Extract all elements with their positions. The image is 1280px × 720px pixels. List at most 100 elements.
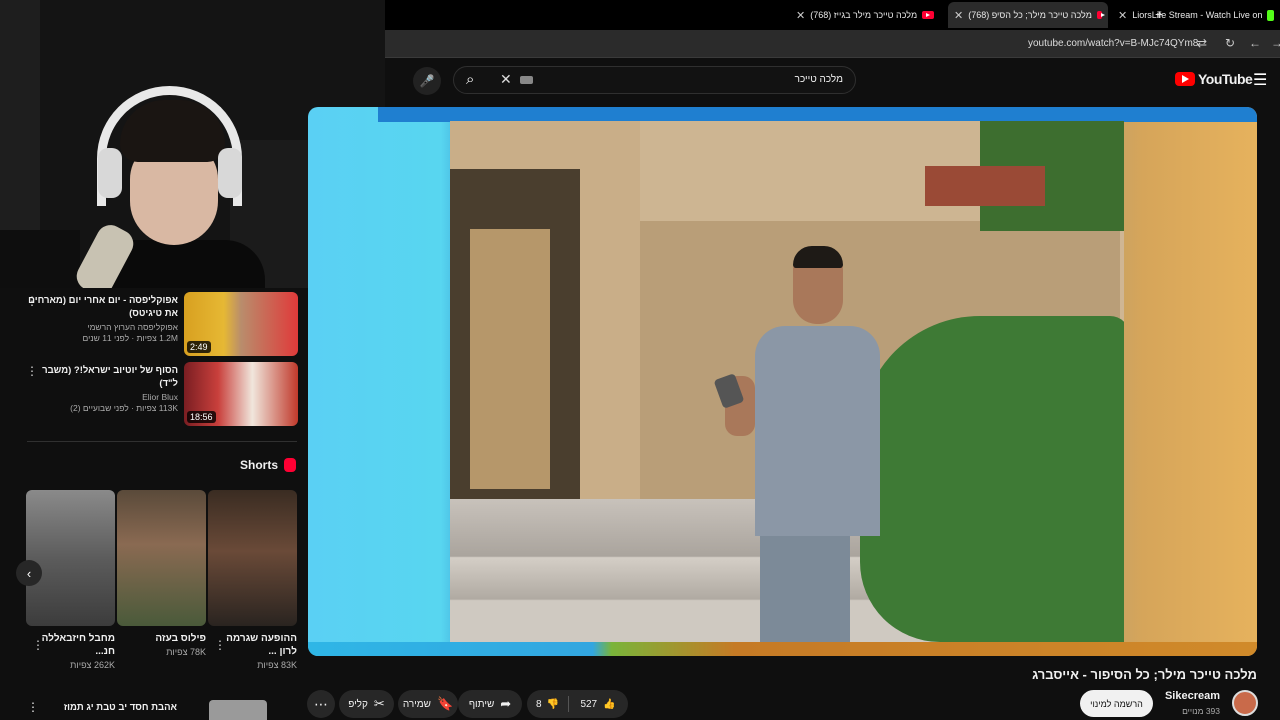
video-title: מלכה טייכר מילר; כל הסיפור - אייסברג bbox=[1032, 667, 1257, 682]
related-video-item[interactable]: ⋮ אפוקליפסה - יום אחרי יום (מארחים את טי… bbox=[20, 292, 298, 358]
youtube-play-icon bbox=[1175, 72, 1195, 86]
close-tab-icon[interactable]: ✕ bbox=[1118, 9, 1127, 22]
search-input[interactable]: מלכה טייכר bbox=[795, 74, 843, 85]
related-video-channel[interactable]: Elior Blux bbox=[28, 392, 178, 402]
browser-tab-active[interactable]: ✕ (768) מלכה טייכר מילר; כל הסיפ bbox=[948, 2, 1108, 28]
thumbs-up-icon: 👍 bbox=[603, 698, 616, 710]
related-video-title[interactable]: הסוף של יוטיוב ישראל!? (משבר ל"ד) bbox=[28, 364, 178, 390]
share-button[interactable]: ➦ שיתוף bbox=[458, 690, 522, 718]
channel-avatar[interactable] bbox=[1232, 690, 1258, 716]
url-text[interactable]: youtube.com/watch?v=B-MJc74QYm8 bbox=[1028, 38, 1198, 49]
short-thumbnail[interactable] bbox=[26, 490, 115, 626]
logo-text: YouTube bbox=[1198, 71, 1253, 87]
more-options-icon[interactable]: ⋮ bbox=[32, 638, 44, 652]
share-icon: ➦ bbox=[500, 696, 512, 711]
keyboard-icon[interactable] bbox=[520, 76, 533, 84]
related-video-meta: 113K צפיות · לפני שבועיים (2) bbox=[70, 403, 178, 413]
youtube-logo[interactable]: YouTube bbox=[1175, 71, 1253, 87]
short-thumbnail[interactable] bbox=[208, 490, 297, 626]
shorts-header: Shorts bbox=[240, 458, 296, 472]
divider bbox=[27, 441, 297, 442]
short-item[interactable]: פילוס בעזה 78K צפיות ⋮ bbox=[117, 490, 206, 657]
browser-tab[interactable]: ✕ (768) מלכה טייכר מילר בגייז bbox=[790, 2, 940, 28]
video-duration: 2:49 bbox=[187, 341, 211, 353]
video-duration: 18:56 bbox=[187, 411, 216, 423]
like-dislike-group: 👍 527 👎 8 bbox=[527, 690, 628, 718]
headphone-cup-right bbox=[218, 148, 242, 198]
save-icon: 🔖 bbox=[436, 696, 454, 711]
browser-tab[interactable]: ✕ LiorsLife Stream - Watch Live on bbox=[1112, 2, 1280, 28]
short-views: 83K צפיות bbox=[257, 660, 297, 670]
more-actions-button[interactable]: ⋯ bbox=[307, 690, 335, 718]
translate-icon[interactable]: ⇄ bbox=[1197, 36, 1207, 50]
more-options-icon[interactable]: ⋮ bbox=[214, 638, 226, 652]
related-video-item[interactable]: ⋮ אהבת חסד יב טבת יג תמוז bbox=[27, 700, 297, 720]
tab-title: (768) מלכה טייכר מילר בגייז bbox=[810, 10, 918, 20]
close-tab-icon[interactable]: ✕ bbox=[796, 9, 805, 22]
dislike-button[interactable]: 👎 8 bbox=[527, 690, 568, 718]
channel-name[interactable]: Sikecream bbox=[1165, 690, 1220, 702]
tab-title: LiorsLife Stream - Watch Live on bbox=[1132, 10, 1263, 20]
save-button[interactable]: 🔖 שמירה bbox=[398, 690, 458, 718]
youtube-favicon-icon bbox=[1096, 11, 1106, 19]
divider bbox=[568, 696, 569, 712]
person-hair bbox=[793, 246, 843, 268]
like-count: 527 bbox=[580, 698, 598, 710]
related-video-channel[interactable]: אפוקליפסה הערוץ הרשמי bbox=[28, 322, 178, 332]
back-icon[interactable]: ← bbox=[1249, 36, 1261, 50]
short-item[interactable]: ההופעה שגרמה לרון ... 83K צפיות ⋮ bbox=[208, 490, 297, 670]
shorts-title: Shorts bbox=[239, 458, 278, 472]
short-views: 262K צפיות bbox=[70, 660, 115, 670]
related-video-title[interactable]: אפוקליפסה - יום אחרי יום (מארחים את טיגי… bbox=[28, 294, 178, 320]
short-views: 78K צפיות bbox=[166, 647, 206, 657]
like-button[interactable]: 👍 527 bbox=[568, 690, 628, 718]
webcam-shelf bbox=[0, 230, 80, 288]
doorway-interior bbox=[470, 229, 550, 489]
person-body bbox=[755, 326, 880, 536]
clear-search-icon[interactable]: ✕ bbox=[500, 71, 512, 88]
search-box[interactable]: ⌕ ✕ מלכה טייכר bbox=[453, 66, 856, 94]
scissors-icon: ✂ bbox=[373, 696, 385, 711]
tab-title: (768) מלכה טייכר מילר; כל הסיפ bbox=[968, 10, 1092, 20]
player-sky-background bbox=[378, 107, 1257, 122]
related-sidebar: ⋮ אפוקליפסה - יום אחרי יום (מארחים את טי… bbox=[0, 288, 308, 720]
headphone-cup-left bbox=[98, 148, 122, 198]
browser-tab-bar: + ✕ (768) מלכה טייכר מילר בגייז ✕ (768) … bbox=[385, 0, 1280, 30]
clip-button[interactable]: ✂ קליפ bbox=[339, 690, 394, 718]
save-label: שמירה bbox=[402, 698, 431, 710]
more-options-icon[interactable]: ⋮ bbox=[27, 700, 39, 714]
related-video-text: הסוף של יוטיוב ישראל!? (משבר ל"ד) Elior … bbox=[28, 364, 178, 413]
subscribe-button[interactable]: הרשמה למינוי bbox=[1080, 690, 1153, 717]
share-label: שיתוף bbox=[468, 698, 495, 710]
forward-icon[interactable]: → bbox=[1271, 36, 1280, 50]
related-video-item[interactable]: ⋮ הסוף של יוטיוב ישראל!? (משבר ל"ד) Elio… bbox=[20, 362, 298, 428]
shorts-icon bbox=[284, 458, 296, 472]
player-bottom-strip bbox=[308, 642, 1257, 656]
related-video-thumbnail[interactable]: 18:56 bbox=[184, 362, 298, 426]
thumbs-down-icon: 👎 bbox=[546, 698, 560, 710]
related-video-thumbnail[interactable]: 2:49 bbox=[184, 292, 298, 356]
video-frame bbox=[450, 121, 1124, 642]
related-video-meta: 1.2M צפיות · לפני 11 שנים bbox=[82, 333, 178, 343]
search-icon[interactable]: ⌕ bbox=[466, 71, 474, 88]
related-video-title[interactable]: אהבת חסד יב טבת יג תמוז bbox=[64, 702, 177, 713]
reload-icon[interactable]: ↻ bbox=[1225, 36, 1235, 50]
video-player[interactable] bbox=[308, 107, 1257, 656]
related-video-text: אפוקליפסה - יום אחרי יום (מארחים את טיגי… bbox=[28, 294, 178, 343]
kick-favicon-icon bbox=[1267, 9, 1274, 21]
youtube-favicon-icon bbox=[922, 11, 934, 19]
address-bar: youtube.com/watch?v=B-MJc74QYm8 ⇄ ↻ ← → bbox=[385, 30, 1280, 58]
menu-icon[interactable]: ☰ bbox=[1253, 70, 1267, 90]
scroll-left-button[interactable]: ‹ bbox=[16, 560, 42, 586]
bush bbox=[860, 316, 1124, 642]
short-thumbnail[interactable] bbox=[117, 490, 206, 626]
close-tab-icon[interactable]: ✕ bbox=[954, 9, 963, 22]
subscriber-count: 393 מנויים bbox=[1182, 706, 1220, 716]
short-title[interactable]: פילוס בעזה bbox=[117, 632, 206, 645]
dislike-count: 8 bbox=[536, 698, 542, 710]
doorway bbox=[450, 169, 580, 499]
planter-box bbox=[925, 166, 1045, 206]
voice-search-icon[interactable]: 🎤 bbox=[413, 67, 441, 95]
clip-label: קליפ bbox=[348, 698, 368, 710]
related-video-thumbnail[interactable] bbox=[209, 700, 267, 720]
